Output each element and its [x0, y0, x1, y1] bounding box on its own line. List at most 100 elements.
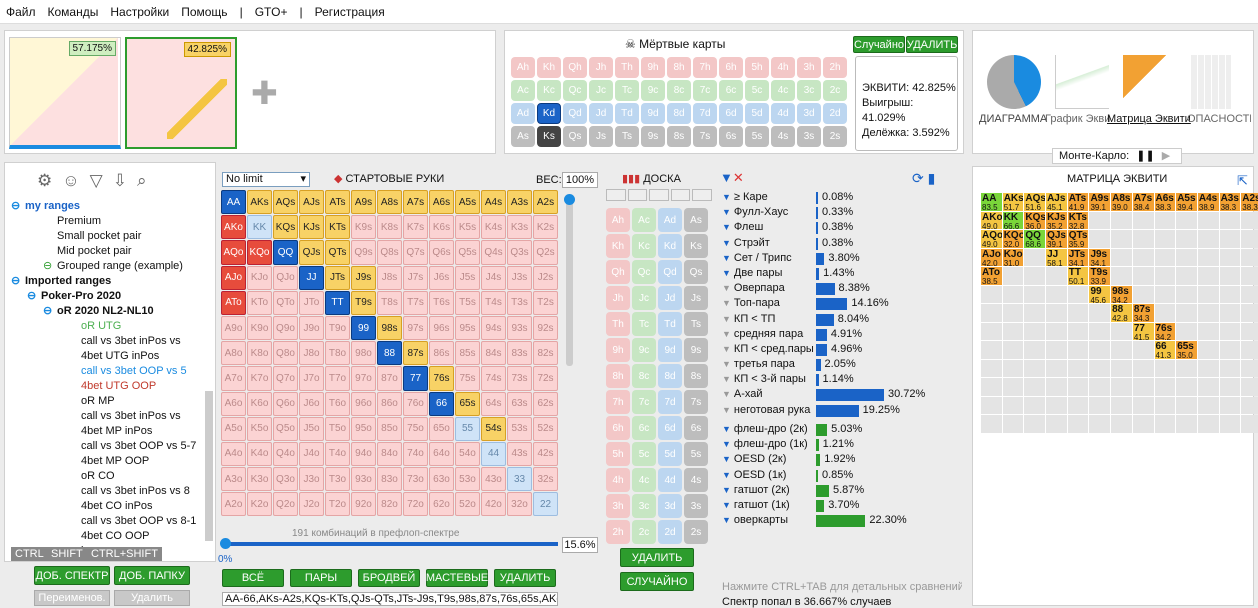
hand-cell-Q5s[interactable]: Q5s: [455, 240, 480, 265]
matrix-cell-T7s[interactable]: [1132, 267, 1154, 285]
tab-ctrl-shift[interactable]: CTRL+SHIFT: [87, 547, 162, 561]
dead-card-6h[interactable]: 6h: [719, 57, 743, 78]
hand-cell-32o[interactable]: 32o: [507, 492, 532, 517]
matrix-cell-83s[interactable]: [1219, 304, 1241, 322]
all-button[interactable]: ВСЁ: [222, 569, 284, 587]
hand-cell-88[interactable]: 88: [377, 341, 402, 366]
board-card-Kh[interactable]: Kh: [606, 234, 630, 258]
matrix-cell-A7s[interactable]: A7s 38.4: [1132, 193, 1154, 211]
dead-card-7s[interactable]: 7s: [693, 126, 717, 147]
hand-cell-42o[interactable]: 42o: [481, 492, 506, 517]
limit-select[interactable]: No limit ▾: [222, 172, 310, 187]
tree-scrollbar[interactable]: [205, 391, 213, 541]
matrix-cell-Q9s[interactable]: [1089, 230, 1111, 248]
user-icon[interactable]: ☺: [62, 171, 89, 190]
hand-cell-AKo[interactable]: AKo: [221, 215, 246, 240]
hand-cell-85s[interactable]: 85s: [455, 341, 480, 366]
hand-cell-73s[interactable]: 73s: [507, 366, 532, 391]
hand-cell-85o[interactable]: 85o: [377, 416, 402, 441]
dead-card-8d[interactable]: 8d: [667, 103, 691, 124]
filter-icon[interactable]: ▼: [722, 389, 731, 399]
matrix-cell-AQs[interactable]: AQs 51.6: [1024, 193, 1046, 211]
stat-row[interactable]: ▼ OESD (1к) 0.85%: [722, 468, 962, 483]
board-card-Ks[interactable]: Ks: [684, 234, 708, 258]
hand-cell-KJs[interactable]: KJs: [299, 215, 324, 240]
hand-cell-62s[interactable]: 62s: [533, 391, 558, 416]
clear-hands-button[interactable]: УДАЛИТЬ: [494, 569, 556, 587]
board-delete-button[interactable]: УДАЛИТЬ: [620, 548, 694, 567]
board-card-3c[interactable]: 3c: [632, 494, 656, 518]
hand-cell-A3o[interactable]: A3o: [221, 467, 246, 492]
matrix-cell-J2o[interactable]: [1046, 415, 1067, 433]
matrix-cell-82s[interactable]: [1241, 304, 1258, 322]
hand-cell-A8o[interactable]: A8o: [221, 341, 246, 366]
filter-icon[interactable]: ▼: [722, 329, 731, 339]
matrix-cell-K7o[interactable]: [1002, 322, 1024, 340]
filter-icon[interactable]: ▼: [722, 192, 731, 202]
hand-cell-33[interactable]: 33: [507, 467, 532, 492]
player2-range-thumb[interactable]: 42.825%: [125, 37, 237, 149]
board-card-9h[interactable]: 9h: [606, 338, 630, 362]
matrix-cell-K5s[interactable]: [1176, 211, 1197, 229]
matrix-cell-A8o[interactable]: [981, 304, 1002, 322]
board-card-3d[interactable]: 3d: [658, 494, 682, 518]
hand-cell-K3s[interactable]: K3s: [507, 215, 532, 240]
matrix-cell-KQo[interactable]: KQo 32.0: [1002, 230, 1024, 248]
filter-icon[interactable]: ▼: [722, 374, 731, 384]
tree-item[interactable]: oR UTG: [11, 319, 213, 334]
matrix-cell-K9s[interactable]: [1089, 211, 1111, 229]
matrix-cell-T2o[interactable]: [1067, 415, 1089, 433]
matrix-cell-96s[interactable]: [1154, 285, 1176, 303]
hand-cell-Q6o[interactable]: Q6o: [273, 391, 298, 416]
matrix-cell-T4o[interactable]: [1067, 378, 1089, 396]
matrix-cell-92o[interactable]: [1089, 415, 1111, 433]
matrix-cell-Q4o[interactable]: [1024, 378, 1046, 396]
matrix-cell-Q3o[interactable]: [1024, 396, 1046, 414]
hand-cell-T7o[interactable]: T7o: [325, 366, 350, 391]
matrix-cell-76o[interactable]: [1132, 341, 1154, 359]
matrix-cell-AJs[interactable]: AJs 45.1: [1046, 193, 1067, 211]
hand-cell-84o[interactable]: 84o: [377, 441, 402, 467]
matrix-cell-55[interactable]: [1176, 359, 1197, 377]
hand-cell-J3s[interactable]: J3s: [507, 265, 532, 290]
hand-cell-KTo[interactable]: KTo: [247, 290, 272, 315]
matrix-cell-52s[interactable]: [1241, 359, 1258, 377]
hand-cell-55[interactable]: 55: [455, 416, 480, 441]
dead-card-9h[interactable]: 9h: [641, 57, 665, 78]
board-card-9s[interactable]: 9s: [684, 338, 708, 362]
tree-item[interactable]: Small pocket pair: [11, 229, 213, 244]
matrix-cell-A5s[interactable]: A5s 39.4: [1176, 193, 1197, 211]
board-card-5d[interactable]: 5d: [658, 442, 682, 466]
hand-cell-J3o[interactable]: J3o: [299, 467, 324, 492]
hand-cell-Q7o[interactable]: Q7o: [273, 366, 298, 391]
dead-card-5c[interactable]: 5c: [745, 80, 769, 101]
hand-cell-K7o[interactable]: K7o: [247, 366, 272, 391]
hand-cell-74s[interactable]: 74s: [481, 366, 506, 391]
matrix-cell-T2s[interactable]: [1241, 267, 1258, 285]
matrix-cell-Q5s[interactable]: [1176, 230, 1197, 248]
hand-cell-J7s[interactable]: J7s: [403, 265, 428, 290]
matrix-cell-KQs[interactable]: KQs 36.0: [1024, 211, 1046, 229]
hand-cell-76s[interactable]: 76s: [429, 366, 454, 391]
hand-cell-75o[interactable]: 75o: [403, 416, 428, 441]
hand-cell-T3o[interactable]: T3o: [325, 467, 350, 492]
dead-card-6d[interactable]: 6d: [719, 103, 743, 124]
board-card-8h[interactable]: 8h: [606, 364, 630, 388]
pairs-button[interactable]: ПАРЫ: [290, 569, 352, 587]
board-card-4s[interactable]: 4s: [684, 468, 708, 492]
filter-icon[interactable]: ▼: [722, 405, 731, 415]
hand-cell-QJo[interactable]: QJo: [273, 265, 298, 290]
collapse-icon[interactable]: ⊖: [43, 259, 52, 274]
hand-cell-T8s[interactable]: T8s: [377, 290, 402, 315]
matrix-cell-J5s[interactable]: [1176, 248, 1197, 266]
stat-row[interactable]: ▼ неготовая рука 19.25%: [722, 403, 962, 418]
matrix-cell-84o[interactable]: [1111, 378, 1132, 396]
hand-cell-96o[interactable]: 96o: [351, 391, 376, 416]
matrix-cell-A3s[interactable]: A3s 38.3: [1219, 193, 1241, 211]
tree-item[interactable]: call vs 3bet OOP vs 5: [11, 364, 213, 379]
tree-item[interactable]: 4bet CO inPos: [11, 499, 213, 514]
matrix-cell-QTo[interactable]: [1024, 267, 1046, 285]
matrix-cell-K6o[interactable]: [1002, 341, 1024, 359]
dead-card-As[interactable]: As: [511, 126, 535, 147]
matrix-cell-T7o[interactable]: [1067, 322, 1089, 340]
